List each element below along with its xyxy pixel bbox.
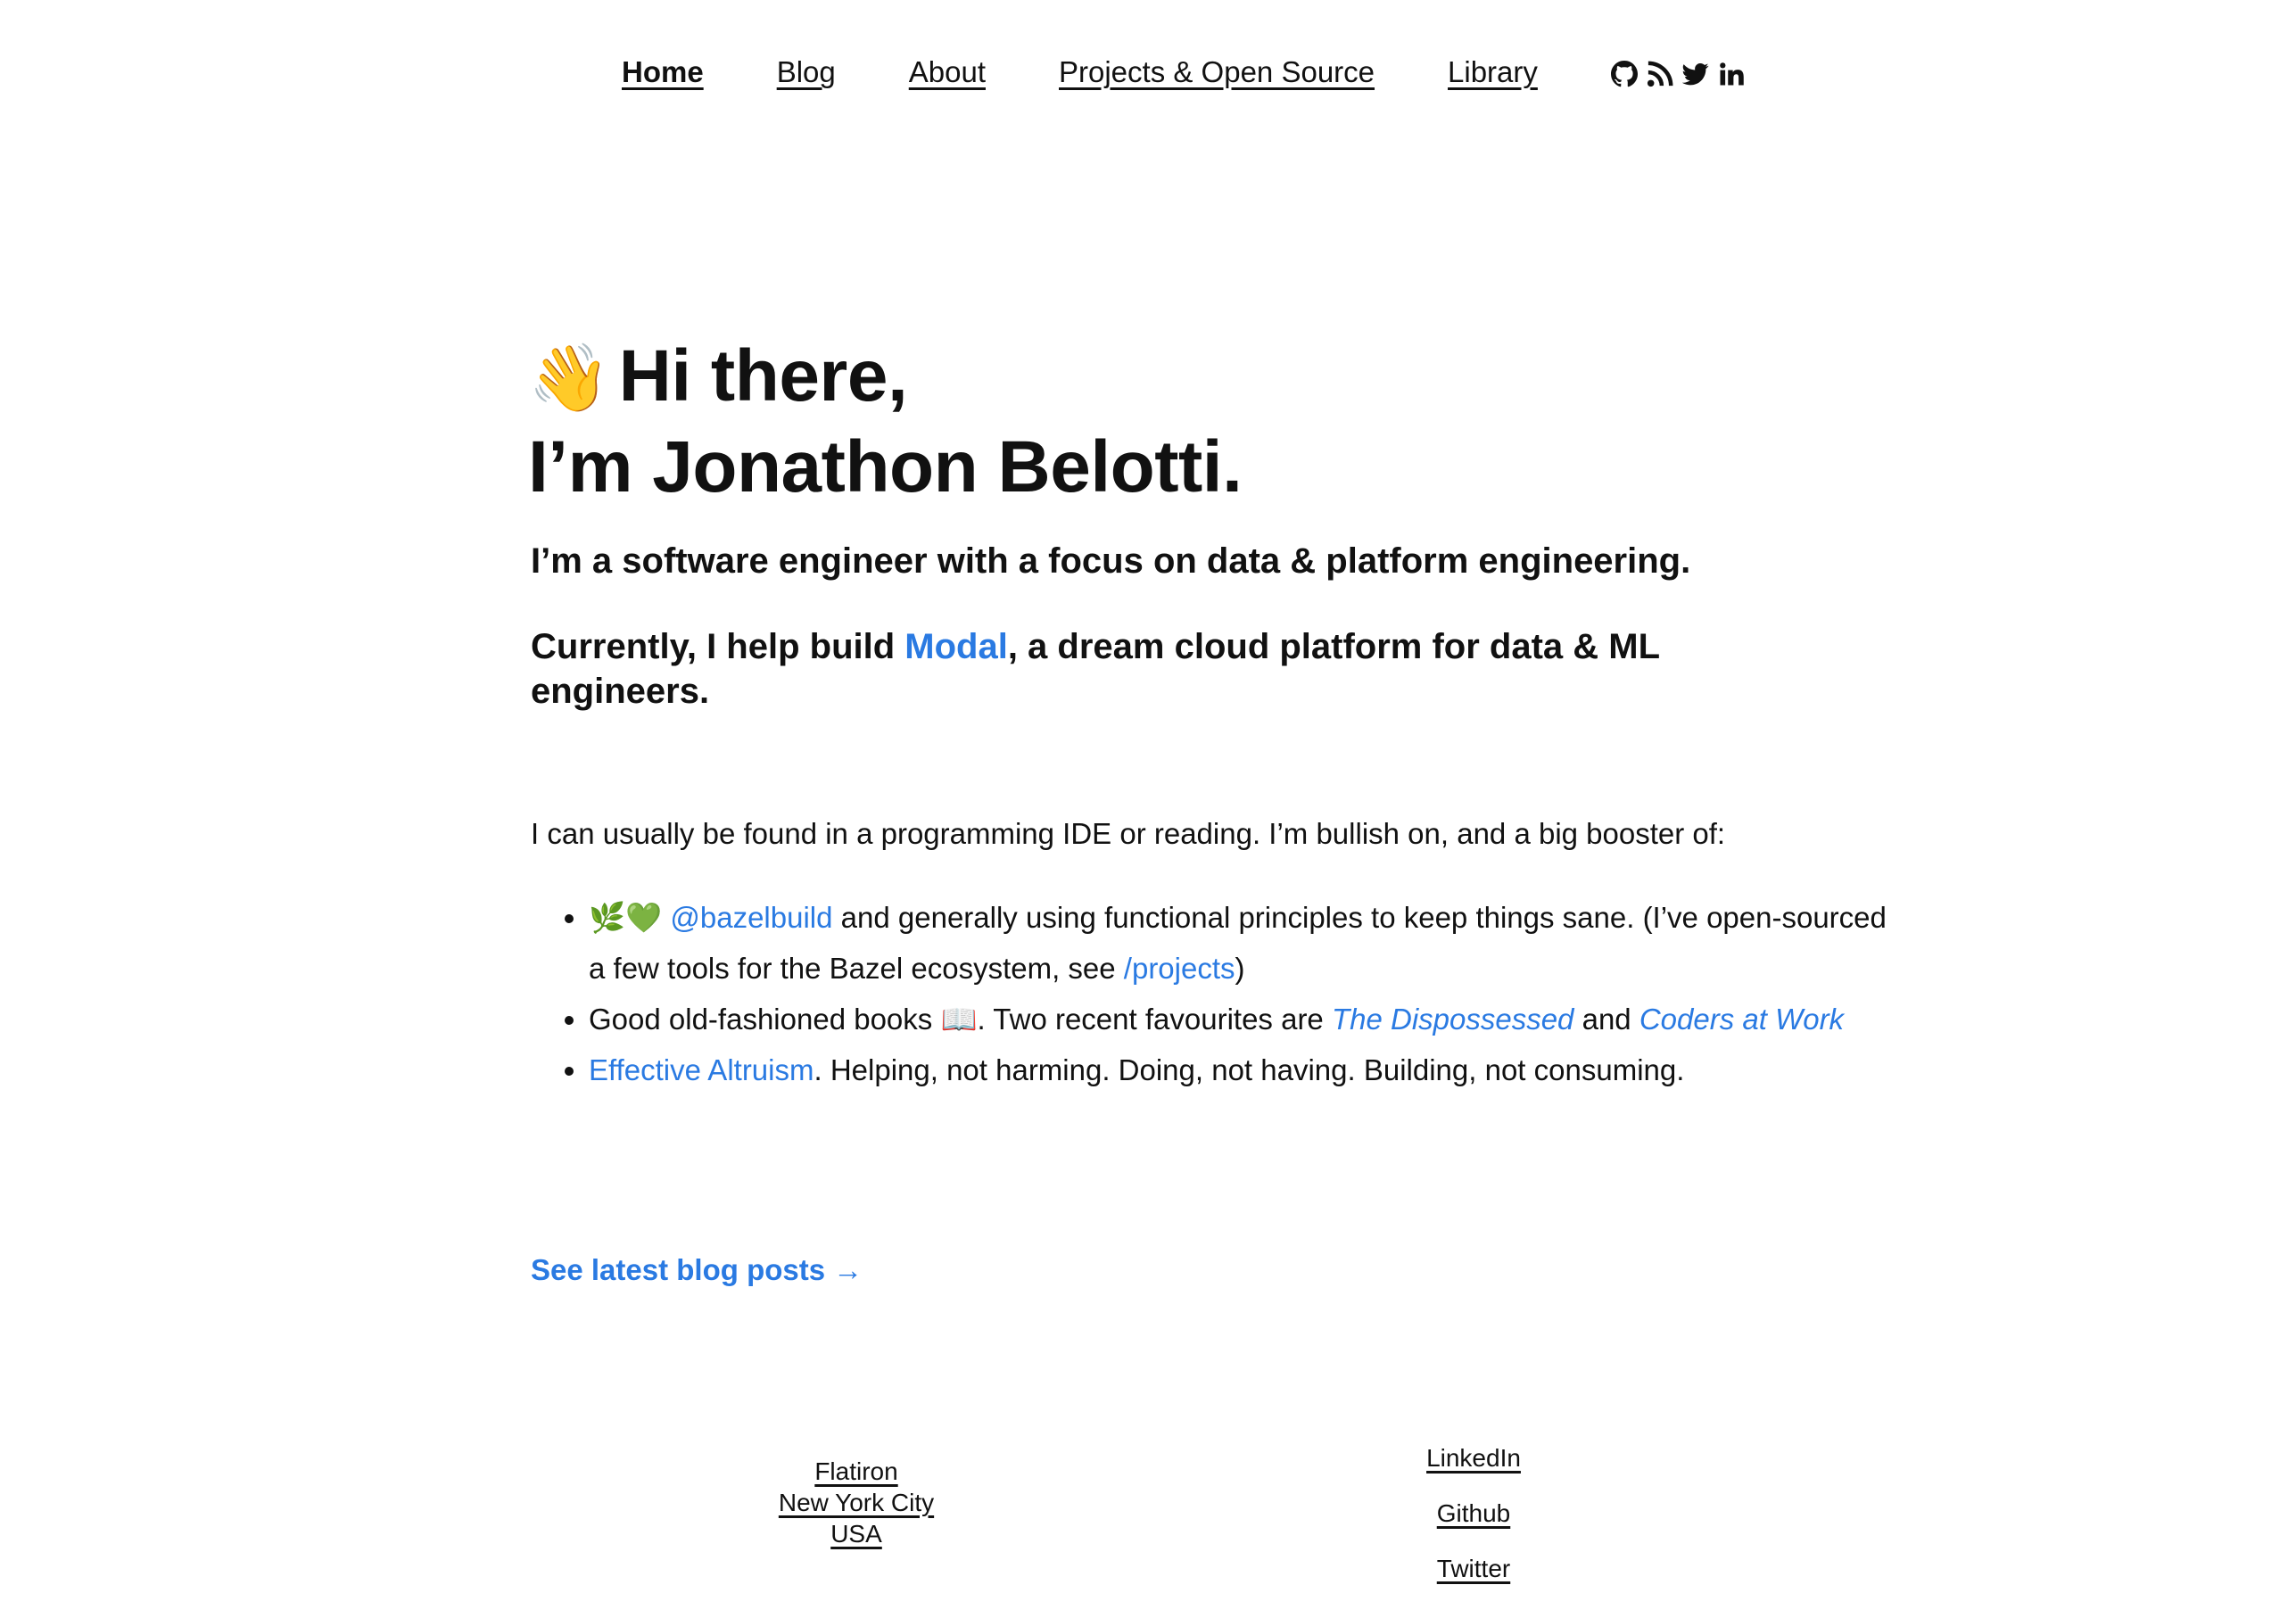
list-text: . Helping, not harming. Doing, not havin… bbox=[814, 1053, 1685, 1086]
bazelbuild-link[interactable]: @bazelbuild bbox=[670, 901, 832, 934]
list-text: and bbox=[1573, 1003, 1639, 1036]
location-nyc[interactable]: New York City bbox=[767, 1487, 946, 1518]
list-text: Good old-fashioned books bbox=[589, 1003, 941, 1036]
title-line-1: Hi there, bbox=[618, 335, 908, 417]
current-role: Currently, I help build Modal, a dream c… bbox=[531, 624, 1797, 714]
linkedin-icon[interactable] bbox=[1718, 61, 1745, 87]
footer-github-link[interactable]: Github bbox=[1384, 1486, 1563, 1541]
about-paragraph: I can usually be found in a programming … bbox=[531, 817, 1726, 850]
nav-projects[interactable]: Projects & Open Source bbox=[1059, 55, 1375, 89]
rss-icon[interactable] bbox=[1647, 61, 1673, 87]
footer-social: LinkedIn Github Twitter bbox=[1384, 1431, 1563, 1597]
list-text: ) bbox=[1235, 952, 1245, 985]
github-icon[interactable] bbox=[1610, 61, 1638, 87]
twitter-icon[interactable] bbox=[1681, 61, 1709, 87]
current-role-prefix: Currently, I help build bbox=[531, 627, 905, 666]
waving-hand-icon: 👋 bbox=[528, 341, 610, 415]
herb-heart-icon: 🌿💚 bbox=[589, 901, 663, 934]
nav-home[interactable]: Home bbox=[622, 55, 704, 89]
list-item: 🌿💚 @bazelbuild and generally using funct… bbox=[589, 892, 1891, 994]
top-nav: Home Blog About Projects & Open Source L… bbox=[622, 55, 1745, 95]
location-usa[interactable]: USA bbox=[767, 1518, 946, 1549]
nav-library[interactable]: Library bbox=[1448, 55, 1538, 89]
location-flatiron[interactable]: Flatiron bbox=[767, 1456, 946, 1487]
social-icons bbox=[1610, 61, 1745, 87]
nav-about[interactable]: About bbox=[909, 55, 986, 89]
footer-twitter-link[interactable]: Twitter bbox=[1384, 1541, 1563, 1597]
projects-link[interactable]: /projects bbox=[1124, 952, 1235, 985]
modal-link[interactable]: Modal bbox=[904, 627, 1008, 666]
hero: 👋 Hi there, I’m Jonathon Belotti. bbox=[528, 332, 1830, 512]
effective-altruism-link[interactable]: Effective Altruism bbox=[589, 1053, 814, 1086]
dispossessed-link[interactable]: The Dispossessed bbox=[1332, 1003, 1573, 1036]
title-line-2: I’m Jonathon Belotti. bbox=[528, 426, 1243, 508]
list-item: Effective Altruism. Helping, not harming… bbox=[589, 1044, 1891, 1095]
list-text: . Two recent favourites are bbox=[977, 1003, 1332, 1036]
footer-location: Flatiron New York City USA bbox=[767, 1456, 946, 1549]
open-book-icon: 📖 bbox=[940, 1003, 978, 1036]
see-blog-posts-link[interactable]: See latest blog posts → bbox=[531, 1251, 863, 1290]
tagline: I’m a software engineer with a focus on … bbox=[531, 541, 1691, 581]
footer-linkedin-link[interactable]: LinkedIn bbox=[1384, 1431, 1563, 1486]
nav-blog[interactable]: Blog bbox=[777, 55, 836, 89]
page-title: 👋 Hi there, I’m Jonathon Belotti. bbox=[528, 332, 1830, 512]
list-item: Good old-fashioned books 📖. Two recent f… bbox=[589, 994, 1891, 1044]
coders-at-work-link[interactable]: Coders at Work bbox=[1639, 1003, 1844, 1036]
interests-list: 🌿💚 @bazelbuild and generally using funct… bbox=[531, 892, 1891, 1095]
